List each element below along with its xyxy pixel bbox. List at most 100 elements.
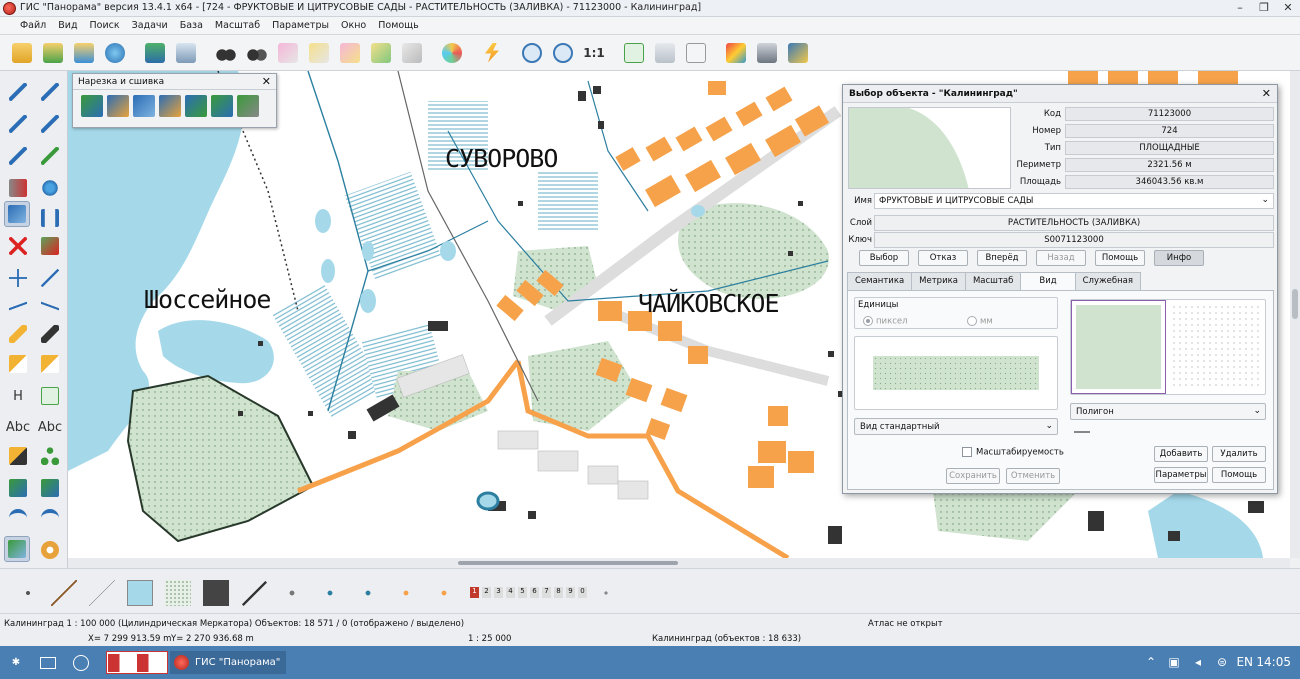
hscroll-thumb[interactable]	[458, 561, 678, 565]
text-label-tool[interactable]	[5, 351, 31, 377]
transform-tool[interactable]	[37, 475, 63, 501]
close-button[interactable]: ✕	[1282, 1, 1294, 15]
zoom-in-button[interactable]	[518, 39, 546, 67]
menu-window[interactable]: Окно	[335, 17, 372, 34]
map-horizontal-scrollbar[interactable]	[68, 558, 1290, 568]
layer-number-2[interactable]: 2	[482, 587, 491, 598]
tray-up-arrow-icon[interactable]: ⌃	[1143, 655, 1159, 671]
binoculars-search-button[interactable]	[243, 39, 271, 67]
delete-tool[interactable]	[5, 233, 31, 259]
edit-tools-button[interactable]	[722, 39, 750, 67]
unit-mm-radio[interactable]: мм	[967, 316, 993, 327]
layer-number-0[interactable]: 0	[578, 587, 587, 598]
tab-service[interactable]: Служебная	[1074, 272, 1142, 290]
layers-button[interactable]	[141, 39, 169, 67]
delete-button[interactable]: Удалить	[1212, 446, 1266, 462]
clear-select-button[interactable]	[398, 39, 426, 67]
line-dashed-button[interactable]	[240, 579, 268, 607]
wave-style-button[interactable]	[592, 579, 620, 607]
map-list-button[interactable]	[172, 39, 200, 67]
dialog-close-button[interactable]: ✕	[1262, 87, 1271, 100]
tray-keyboard-icon[interactable]: ⊜	[1214, 655, 1230, 671]
save-button[interactable]: Сохранить	[946, 468, 1000, 484]
back-arrow-button[interactable]	[651, 39, 679, 67]
cut-area-icon[interactable]	[133, 95, 155, 117]
node-tool[interactable]	[37, 175, 63, 201]
delete-part-tool[interactable]	[37, 233, 63, 259]
menu-database[interactable]: База	[174, 17, 209, 34]
select-button[interactable]: Выбор	[859, 250, 909, 266]
scalable-checkbox[interactable]: Масштабируемость	[962, 447, 1064, 458]
settings-tool[interactable]	[37, 537, 63, 563]
cut-stitch-tool[interactable]	[4, 201, 30, 227]
fill-dots-button[interactable]	[164, 579, 192, 607]
text-check-tool[interactable]	[37, 383, 63, 409]
menu-tasks[interactable]: Задачи	[126, 17, 174, 34]
layer-number-7[interactable]: 7	[542, 587, 551, 598]
symbol-5-button[interactable]	[430, 579, 458, 607]
symbol-tool[interactable]	[5, 443, 31, 469]
menu-view[interactable]: Вид	[52, 17, 83, 34]
symbol-4-button[interactable]	[392, 579, 420, 607]
polygon-select[interactable]: Полигон ⌄	[1070, 403, 1266, 420]
unit-pixel-radio[interactable]: пиксел	[863, 316, 908, 327]
show-windows-icon[interactable]	[37, 651, 59, 674]
draw-polyline-tool[interactable]	[5, 111, 31, 137]
help-button[interactable]: Помощь	[1095, 250, 1145, 266]
style-select[interactable]: Вид стандартный ⌄	[854, 418, 1058, 435]
binoculars-button[interactable]	[212, 39, 240, 67]
minimize-button[interactable]: –	[1234, 1, 1246, 15]
back-button[interactable]: Назад	[1036, 250, 1086, 266]
forward-button[interactable]: Вперёд	[977, 250, 1027, 266]
view-help-button[interactable]: Помощь	[1212, 467, 1266, 483]
vscroll-thumb[interactable]	[1292, 289, 1298, 319]
tray-language[interactable]: EN	[1236, 655, 1253, 669]
text-abc-edit-tool[interactable]: Abc	[35, 414, 65, 440]
zoom-out-button[interactable]	[549, 39, 577, 67]
stitch-area-icon[interactable]	[237, 95, 259, 117]
draw-spline-tool[interactable]	[37, 111, 63, 137]
point-style-button[interactable]	[14, 579, 42, 607]
layer-number-9[interactable]: 9	[566, 587, 575, 598]
split-tool[interactable]	[5, 175, 31, 201]
redo-tool[interactable]	[37, 505, 63, 531]
tray-network-icon[interactable]: ▣	[1166, 655, 1182, 671]
tab-scale[interactable]: Масштаб	[964, 272, 1022, 290]
draw-line-tool[interactable]	[5, 79, 31, 105]
symbol-1-button[interactable]	[278, 579, 306, 607]
cut-panel-close-button[interactable]: ✕	[262, 75, 271, 88]
sample-fill-selected[interactable]	[1071, 300, 1166, 394]
layer-number-1[interactable]: 1	[470, 587, 479, 598]
menu-parameters[interactable]: Параметры	[266, 17, 335, 34]
layer-number-8[interactable]: 8	[554, 587, 563, 598]
info-button[interactable]: Инфо	[1154, 250, 1204, 266]
tray-volume-icon[interactable]: ◂	[1190, 655, 1206, 671]
label-edit-tool[interactable]	[37, 351, 63, 377]
hierarchy-tool[interactable]	[37, 443, 63, 469]
text-abc-tool[interactable]: Abc	[3, 414, 33, 440]
undo-tool[interactable]	[5, 505, 31, 531]
tab-metrics[interactable]: Метрика	[911, 272, 966, 290]
connect-tool[interactable]	[37, 205, 63, 231]
symbol-2-button[interactable]	[316, 579, 344, 607]
move-point-tool[interactable]	[5, 265, 31, 291]
cancel-button[interactable]: Отказ	[918, 250, 968, 266]
scale-1-1-button[interactable]: 1:1	[580, 39, 608, 67]
layer-number-4[interactable]: 4	[506, 587, 515, 598]
open-data-button[interactable]	[39, 39, 67, 67]
move-segment-tool[interactable]	[37, 265, 63, 291]
line-brown-button[interactable]	[50, 579, 78, 607]
symbol-3-button[interactable]	[354, 579, 382, 607]
tray-clock[interactable]: 14:05	[1256, 655, 1291, 669]
task-view-icon[interactable]	[70, 651, 92, 674]
print-button[interactable]	[753, 39, 781, 67]
layer-number-6[interactable]: 6	[530, 587, 539, 598]
line-thin-button[interactable]	[88, 579, 116, 607]
fill-dark-button[interactable]	[202, 579, 230, 607]
select-area-button[interactable]	[305, 39, 333, 67]
maximize-button[interactable]: ❐	[1258, 1, 1270, 15]
taskbar-app-button[interactable]: ГИС "Панорама"	[170, 651, 286, 674]
add-data-button[interactable]	[70, 39, 98, 67]
palette-button[interactable]	[438, 39, 466, 67]
draw-help-tool[interactable]	[5, 143, 31, 169]
